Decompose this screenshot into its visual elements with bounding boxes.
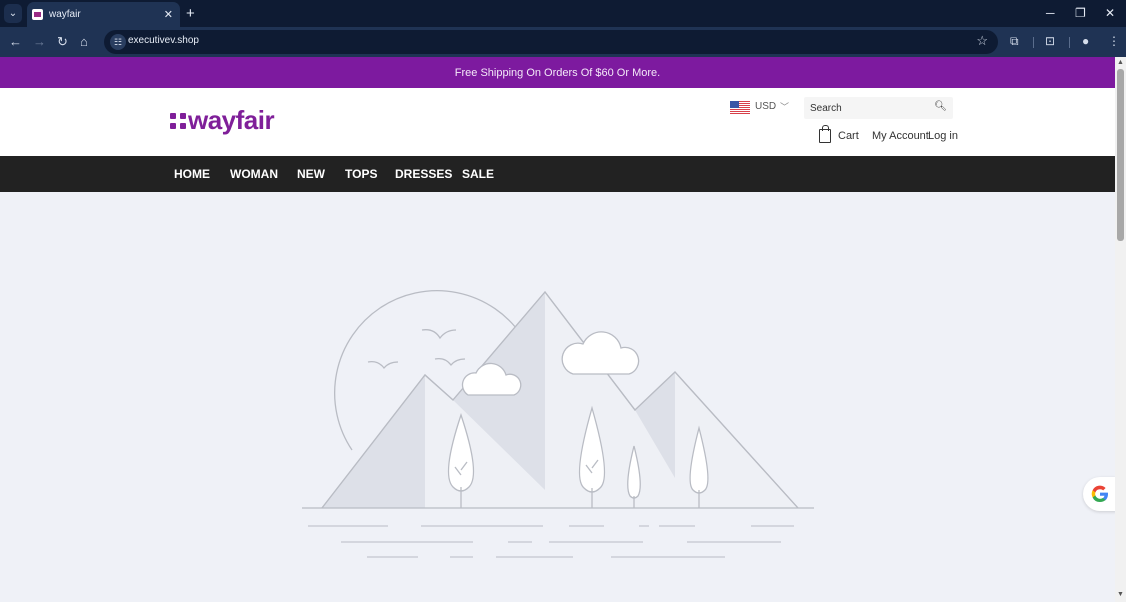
currency-selector[interactable]: USD — [755, 101, 776, 112]
reload-icon[interactable]: ↻ — [57, 34, 68, 50]
search-input[interactable] — [804, 97, 924, 119]
tab-title: wayfair — [49, 9, 81, 20]
menu-item-sale[interactable]: SALE — [462, 167, 494, 181]
menu-item-woman[interactable]: WOMAN — [230, 167, 278, 181]
bird-shape — [421, 329, 457, 340]
cart-link[interactable]: Cart — [838, 130, 859, 142]
main-menu: HOME WOMAN NEW TOPS DRESSES SALE — [0, 156, 1115, 192]
google-button[interactable] — [1083, 477, 1117, 511]
bird-shape — [434, 357, 466, 367]
logo-text: wayfair — [188, 105, 275, 135]
my-account-link[interactable]: My Account — [872, 130, 929, 142]
new-tab-button[interactable]: + — [186, 5, 195, 22]
promo-text: Free Shipping On Orders Of $60 Or More. — [454, 66, 661, 79]
profile-icon[interactable]: ● — [1082, 34, 1089, 48]
url-text[interactable]: executivev.shop — [128, 35, 199, 46]
minimize-icon[interactable]: ─ — [1046, 6, 1055, 20]
home-icon[interactable]: ⌂ — [80, 34, 88, 49]
favicon-icon — [32, 9, 43, 20]
toolbar-divider — [1033, 37, 1034, 48]
shopping-bag-icon[interactable] — [819, 125, 831, 143]
login-link[interactable]: Log in — [928, 130, 958, 142]
bookmark-star-icon[interactable]: ☆ — [976, 33, 988, 49]
google-icon — [1091, 485, 1108, 503]
chevron-down-icon[interactable]: ﹀ — [780, 100, 789, 113]
scrollbar-thumb[interactable] — [1117, 69, 1124, 241]
placeholder-illustration — [302, 290, 814, 558]
menu-item-tops[interactable]: TOPS — [345, 167, 377, 181]
close-window-icon[interactable]: ✕ — [1105, 6, 1115, 20]
extensions-icon[interactable]: ⧉ — [1010, 34, 1019, 49]
menu-item-new[interactable]: NEW — [297, 167, 325, 181]
bird-shape — [367, 360, 399, 370]
browser-tab-bar: ⌄ wayfair ✕ + ─ ❐ ✕ — [0, 0, 1126, 27]
site-info-icon[interactable]: ☷ — [110, 34, 126, 50]
screenshot-icon[interactable]: ⊡ — [1045, 34, 1055, 48]
tab-search-button[interactable]: ⌄ — [4, 4, 22, 23]
address-bar[interactable]: ☷ executivev.shop ☆ — [104, 30, 998, 54]
site-logo[interactable]: wayfair — [170, 105, 275, 136]
browser-tab[interactable]: wayfair ✕ — [27, 2, 180, 27]
logo-mark-icon — [170, 112, 186, 129]
promo-banner: Free Shipping On Orders Of $60 Or More. — [0, 57, 1115, 88]
toolbar-divider — [1069, 37, 1070, 48]
menu-item-dresses[interactable]: DRESSES — [395, 167, 452, 181]
browser-toolbar: ← → ↻ ⌂ ☷ executivev.shop ☆ ⧉ ⊡ ● ⋮ — [0, 27, 1126, 57]
water-lines — [308, 525, 794, 558]
us-flag-icon[interactable] — [730, 101, 750, 114]
search-icon[interactable]: 🔍︎ — [934, 101, 947, 112]
back-icon[interactable]: ← — [9, 34, 22, 49]
chevron-down-icon: ⌄ — [8, 8, 18, 19]
site-header: wayfair USD ﹀ 🔍︎ Cart My Account Log in — [0, 88, 1115, 156]
page-scrollbar[interactable]: ▲ ▼ — [1115, 57, 1126, 602]
forward-icon[interactable]: → — [33, 34, 46, 49]
scroll-up-icon[interactable]: ▲ — [1117, 59, 1124, 66]
menu-item-home[interactable]: HOME — [174, 167, 210, 181]
close-tab-icon[interactable]: ✕ — [164, 8, 173, 21]
scroll-down-icon[interactable]: ▼ — [1117, 591, 1124, 598]
search-box: 🔍︎ — [804, 97, 953, 119]
browser-menu-icon[interactable]: ⋮ — [1108, 34, 1120, 48]
restore-icon[interactable]: ❐ — [1075, 6, 1086, 20]
